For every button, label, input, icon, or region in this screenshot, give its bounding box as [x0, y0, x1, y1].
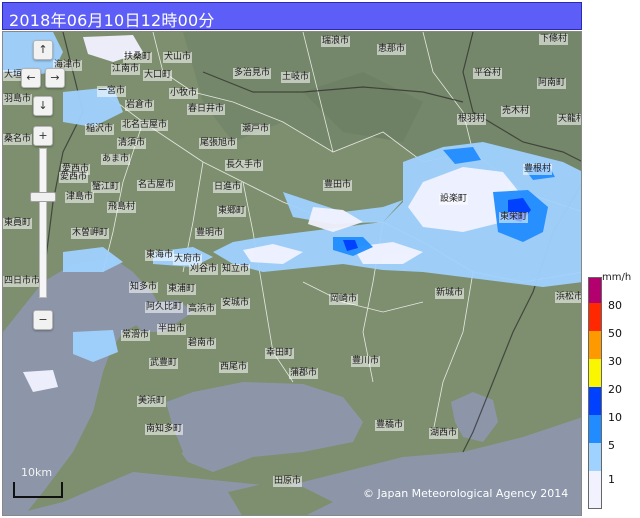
- place-label: 多治見市: [233, 68, 272, 79]
- map-navigation-control: ↑ ← → ↓ + −: [21, 40, 79, 340]
- zoom-slider-track[interactable]: [39, 148, 47, 298]
- place-label: 幸田町: [265, 348, 295, 359]
- place-label: 北名古屋市: [121, 120, 169, 131]
- legend-swatch: [588, 471, 602, 509]
- place-label: 土岐市: [281, 72, 311, 83]
- place-label: 知立市: [221, 264, 251, 275]
- map-graphic: [3, 32, 581, 515]
- place-label: 常滑市: [121, 330, 151, 341]
- legend-label: 80: [608, 299, 622, 312]
- place-label: 下條村: [539, 34, 569, 45]
- legend-swatch: [588, 387, 602, 415]
- place-label: 阿久比町: [145, 302, 184, 313]
- place-label: 売木村: [501, 106, 531, 117]
- place-label: あま市: [101, 154, 131, 165]
- place-label: 知多市: [129, 282, 159, 293]
- place-label: 蟹江町: [91, 182, 121, 193]
- place-label: 浜松市: [555, 292, 581, 303]
- legend-swatch: [588, 303, 602, 331]
- place-label: 小牧市: [169, 88, 199, 99]
- legend-swatch: [588, 277, 602, 303]
- place-label: 西尾市: [219, 362, 249, 373]
- place-label: 天龍村: [557, 114, 581, 125]
- legend-swatch: [588, 359, 602, 387]
- place-label: 高浜市: [187, 304, 217, 315]
- place-label: 美浜町: [137, 396, 167, 407]
- place-label: 平谷村: [473, 68, 503, 79]
- place-label: 清須市: [117, 138, 147, 149]
- place-label: 阿南町: [537, 78, 567, 89]
- place-label: 飛島村: [107, 202, 137, 213]
- rain-radar-map-window: 2018年06月10日12時00分 瑞浪市 恵那市 下條村 扶桑町 犬山市 江南…: [0, 0, 640, 518]
- place-label: 半田市: [157, 324, 187, 335]
- place-label: 豊橋市: [375, 420, 405, 431]
- arrow-up-icon[interactable]: ↑: [33, 40, 53, 60]
- place-label: 大口町: [143, 70, 173, 81]
- place-label: 碧南市: [187, 338, 217, 349]
- place-label: 豊根村: [523, 164, 553, 175]
- legend-label: 10: [608, 411, 622, 424]
- place-label: 岩倉市: [125, 100, 155, 111]
- place-label: 長久手市: [225, 160, 264, 171]
- place-label: 江南市: [111, 64, 141, 75]
- place-label: 日進市: [213, 182, 243, 193]
- place-label: 名古屋市: [137, 180, 176, 191]
- place-label: 豊田市: [323, 180, 353, 191]
- arrow-left-icon[interactable]: ←: [21, 68, 41, 88]
- place-label: 東海市: [145, 250, 175, 261]
- legend-label: 5: [608, 439, 615, 452]
- title-bar: 2018年06月10日12時00分: [2, 2, 582, 30]
- legend-swatch: [588, 331, 602, 359]
- place-label: 稲沢市: [85, 124, 115, 135]
- legend-label: 20: [608, 383, 622, 396]
- scale-bar: 10km: [13, 466, 73, 506]
- zoom-slider-thumb[interactable]: [30, 192, 56, 202]
- place-label: 安城市: [221, 298, 251, 309]
- place-label: 一宮市: [97, 86, 127, 97]
- arrow-right-icon[interactable]: →: [45, 68, 65, 88]
- precipitation-legend: mm/h 80 50 30 20 10 5 1: [586, 272, 640, 515]
- place-label: 湖西市: [429, 428, 459, 439]
- legend-swatch: [588, 415, 602, 443]
- plus-icon[interactable]: +: [33, 126, 53, 146]
- place-label: 豊川市: [351, 356, 381, 367]
- place-label: 犬山市: [163, 52, 193, 63]
- legend-label: 30: [608, 355, 622, 368]
- place-label: 設楽町: [439, 194, 469, 205]
- place-label: 岡崎市: [329, 294, 359, 305]
- place-label: 東浦町: [167, 284, 197, 295]
- place-label: 田原市: [273, 476, 303, 487]
- place-label: 刈谷市: [189, 264, 219, 275]
- arrow-down-icon[interactable]: ↓: [33, 96, 53, 116]
- place-label: 春日井市: [187, 104, 226, 115]
- place-label: 瀬戸市: [241, 124, 271, 135]
- legend-label: 1: [608, 473, 615, 486]
- place-label: 新城市: [435, 288, 465, 299]
- place-label: 東郷町: [217, 206, 247, 217]
- place-label: 根羽村: [457, 114, 487, 125]
- place-label: 東栄町: [499, 212, 529, 223]
- place-label: 南知多町: [145, 424, 184, 435]
- place-label: 武豊町: [149, 358, 179, 369]
- place-label: 扶桑町: [123, 52, 153, 63]
- place-label: 蒲郡市: [289, 368, 319, 379]
- legend-unit: mm/h: [602, 272, 632, 283]
- observation-time-title: 2018年06月10日12時00分: [9, 11, 215, 30]
- radar-map[interactable]: 瑞浪市 恵那市 下條村 扶桑町 犬山市 江南市 大口町 多治見市 土岐市 平谷村…: [2, 31, 582, 516]
- legend-label: 50: [608, 327, 622, 340]
- scale-label: 10km: [21, 466, 53, 479]
- place-label: 瑞浪市: [321, 36, 351, 47]
- scale-ruler: [13, 482, 63, 498]
- minus-icon[interactable]: −: [33, 310, 53, 330]
- place-label: 豊明市: [195, 228, 225, 239]
- place-label: 尾張旭市: [199, 138, 238, 149]
- legend-swatch: [588, 443, 602, 471]
- place-label: 恵那市: [377, 44, 407, 55]
- copyright-notice: © Japan Meteorological Agency 2014: [363, 487, 569, 500]
